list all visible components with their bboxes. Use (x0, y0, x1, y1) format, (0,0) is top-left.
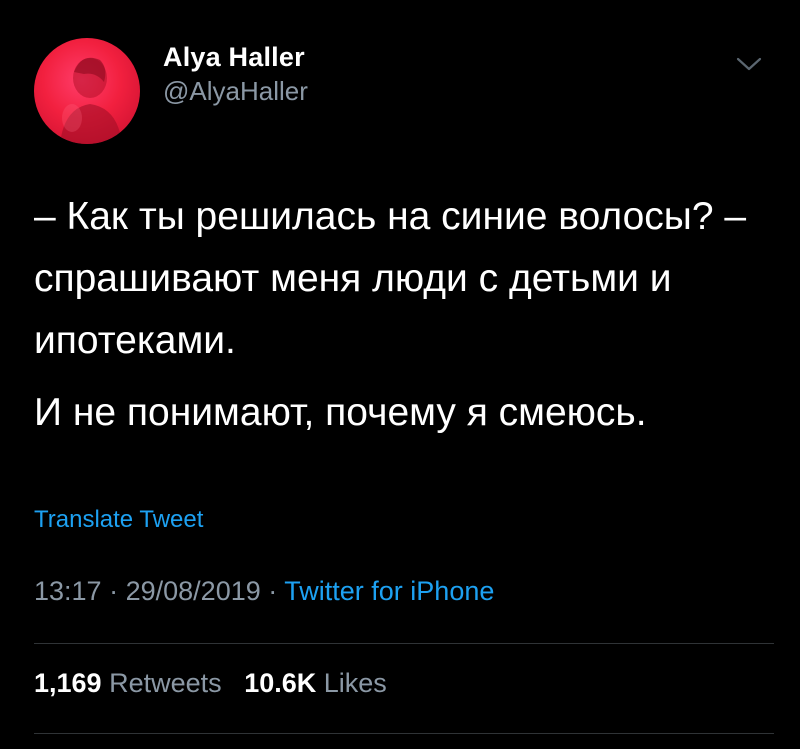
tweet-time: 13:17 (34, 576, 102, 606)
retweets-stat[interactable]: 1,169 Retweets (34, 668, 229, 698)
retweets-label: Retweets (109, 668, 222, 698)
tweet-card: Alya Haller @AlyaHaller – Как ты решилас… (0, 0, 800, 749)
tweet-paragraph: – Как ты решилась на синие волосы? – спр… (34, 195, 747, 362)
divider (34, 643, 774, 644)
meta-separator: · (109, 576, 119, 606)
meta-separator: · (268, 576, 278, 606)
author-handle[interactable]: @AlyaHaller (163, 74, 308, 108)
retweets-count: 1,169 (34, 668, 102, 698)
likes-count: 10.6K (244, 668, 317, 698)
chevron-down-icon[interactable] (732, 50, 766, 76)
tweet-meta: 13:17 · 29/08/2019 · Twitter for iPhone (34, 576, 494, 607)
tweet-stats: 1,169 Retweets 10.6K Likes (34, 668, 387, 699)
tweet-date[interactable]: 29/08/2019 (126, 576, 261, 606)
avatar[interactable] (34, 38, 140, 144)
tweet-text: – Как ты решилась на синие волосы? – спр… (34, 186, 774, 444)
author-display-name[interactable]: Alya Haller (163, 40, 308, 74)
author-block: Alya Haller @AlyaHaller (163, 40, 308, 108)
divider (34, 733, 774, 734)
tweet-source-link[interactable]: Twitter for iPhone (284, 576, 494, 606)
likes-stat[interactable]: 10.6K Likes (244, 668, 387, 698)
tweet-paragraph: И не понимают, почему я смеюсь. (34, 391, 647, 434)
likes-label: Likes (323, 668, 387, 698)
translate-tweet-link[interactable]: Translate Tweet (34, 506, 203, 534)
avatar-portrait-icon (60, 57, 122, 144)
